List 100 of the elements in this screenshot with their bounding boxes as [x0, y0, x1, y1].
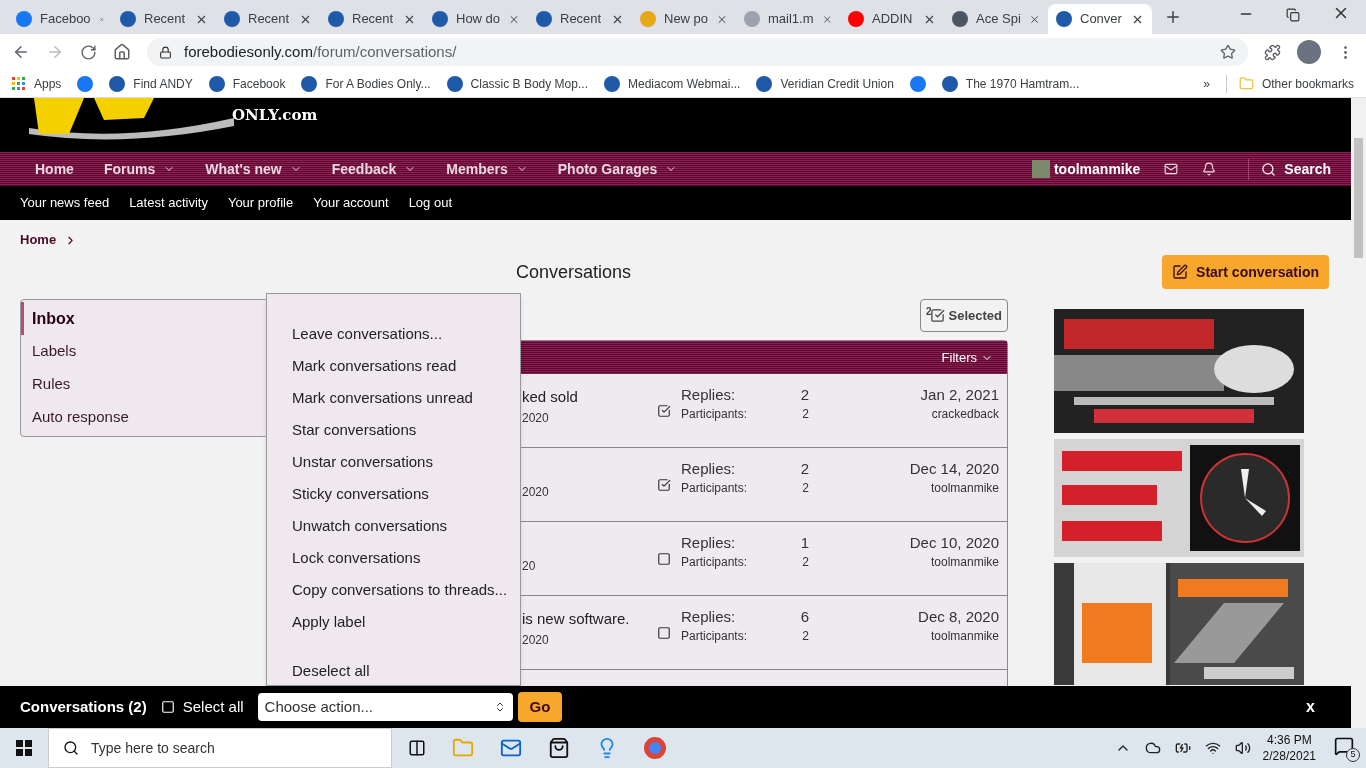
bookmark-icon[interactable]: [909, 75, 926, 92]
last-reply-user[interactable]: toolmanmike: [809, 627, 999, 645]
browser-tab[interactable]: Recent: [216, 4, 320, 34]
close-bar-button[interactable]: x: [1306, 695, 1315, 719]
cloud-icon[interactable]: [1144, 740, 1161, 756]
row-checkbox[interactable]: [657, 404, 671, 418]
browser-tab[interactable]: Recent: [528, 4, 632, 34]
home-icon[interactable]: [113, 43, 131, 61]
row-checkbox[interactable]: [657, 552, 671, 566]
nav-tab[interactable]: Feedback: [316, 158, 432, 180]
nav-tab[interactable]: What's new: [190, 158, 317, 180]
notifications-button[interactable]: 5: [1334, 734, 1360, 762]
wifi-icon[interactable]: [1204, 740, 1221, 756]
menu-item[interactable]: Sticky conversations: [292, 478, 429, 510]
menu-item[interactable]: Lock conversations: [292, 542, 421, 574]
taskbar-search-field[interactable]: Type here to search: [48, 728, 392, 768]
menu-item[interactable]: Mark conversations read: [292, 350, 457, 382]
conversation-title[interactable]: ked sold: [522, 388, 578, 405]
select-all-checkbox[interactable]: Select all: [160, 695, 244, 719]
profile-avatar[interactable]: [1297, 40, 1321, 64]
volume-icon[interactable]: [1234, 740, 1251, 756]
selected-button[interactable]: 2 Selected: [919, 299, 1008, 332]
subnav-link[interactable]: Your news feed: [20, 193, 110, 213]
windows-start-icon[interactable]: [16, 740, 32, 756]
back-icon[interactable]: [12, 43, 30, 61]
replies-label: Replies:: [681, 459, 736, 479]
extensions-icon[interactable]: [1264, 43, 1281, 61]
bookmark-favicon-icon: [301, 75, 318, 92]
scrollbar[interactable]: [1351, 98, 1366, 728]
subnav-link[interactable]: Your profile: [227, 193, 294, 213]
last-reply-user[interactable]: toolmanmike: [809, 479, 999, 497]
tab-title: ADDIN: [872, 10, 914, 29]
conversation-title[interactable]: is new software.: [522, 610, 630, 627]
browser-tab[interactable]: New po: [632, 4, 736, 34]
favicon-icon: [120, 11, 136, 27]
filters-menu[interactable]: Filters: [941, 347, 993, 368]
menu-item[interactable]: Mark conversations unread: [292, 382, 473, 414]
chrome-icon[interactable]: [644, 737, 666, 759]
browser-tab[interactable]: How do: [424, 4, 528, 34]
bookmarks-overflow[interactable]: »: [1203, 74, 1210, 93]
battery-icon[interactable]: [1174, 740, 1191, 756]
browser-tab[interactable]: Faceboo: [8, 4, 112, 34]
row-checkbox[interactable]: [657, 478, 671, 492]
row-checkbox[interactable]: [657, 626, 671, 640]
mail-icon[interactable]: [1164, 162, 1179, 176]
store-icon[interactable]: [548, 737, 570, 759]
nav-tab[interactable]: Members: [431, 158, 543, 180]
menu-item[interactable]: Leave conversations...: [292, 318, 443, 350]
last-reply-user[interactable]: crackedback: [809, 405, 999, 423]
bookmark-star-icon[interactable]: [1220, 44, 1236, 60]
task-view-icon[interactable]: [408, 739, 426, 757]
bookmark-link[interactable]: Find ANDY: [109, 74, 193, 93]
favicon-icon: [744, 11, 760, 27]
bookmark-link[interactable]: Mediacom Webmai...: [603, 74, 741, 93]
nav-tab[interactable]: Home: [20, 158, 89, 180]
browser-tab[interactable]: Recent: [320, 4, 424, 34]
menu-item[interactable]: Deselect all: [292, 658, 370, 684]
apps-bookmark[interactable]: Apps: [12, 74, 62, 93]
apps-grid-icon: [12, 76, 26, 91]
replies-label: Replies:: [681, 607, 736, 627]
go-button[interactable]: Go: [517, 692, 563, 722]
clock-date[interactable]: 2/28/2021: [1262, 748, 1316, 764]
subnav-link[interactable]: Log out: [408, 193, 452, 213]
nav-tab[interactable]: Forums: [88, 158, 191, 180]
browser-tab[interactable]: ADDIN: [840, 4, 944, 34]
menu-item[interactable]: Star conversations: [292, 414, 417, 446]
bookmark-link[interactable]: The 1970 Hamtram...: [941, 74, 1080, 93]
bookmark-icon[interactable]: [77, 75, 94, 92]
browser-tab[interactable]: Recent: [112, 4, 216, 34]
browser-tab[interactable]: Ace Spi: [944, 4, 1048, 34]
nav-tab[interactable]: Photo Garages: [542, 158, 693, 180]
site-logo[interactable]: ONLY.com: [24, 98, 324, 140]
search-button[interactable]: Search: [1248, 158, 1331, 180]
browser-tab[interactable]: Conver: [1048, 4, 1152, 34]
menu-item[interactable]: Unwatch conversations: [292, 510, 448, 542]
restore-icon[interactable]: [1286, 8, 1300, 22]
last-reply-date: Dec 10, 2020: [908, 533, 999, 553]
bookmark-link[interactable]: Facebook: [208, 74, 286, 93]
menu-item[interactable]: Apply label: [292, 606, 366, 638]
participants-count: 2: [802, 480, 809, 497]
browser-tab[interactable]: mail1.m: [736, 4, 840, 34]
bookmark-link[interactable]: For A Bodies Only...: [301, 74, 431, 93]
bookmark-link[interactable]: Classic B Body Mop...: [446, 74, 588, 93]
address-bar[interactable]: forebodiesonly.com/forum/conversations/: [147, 38, 1248, 66]
menu-item[interactable]: Copy conversations to threads...: [292, 574, 508, 606]
other-bookmarks[interactable]: Other bookmarks: [1225, 74, 1354, 93]
subnav-link[interactable]: Your account: [313, 193, 389, 213]
bell-icon[interactable]: [1202, 162, 1217, 176]
reload-icon[interactable]: [80, 43, 97, 61]
bookmark-link[interactable]: Veridian Credit Union: [756, 74, 894, 93]
clock-time[interactable]: 4:36 PM: [1266, 732, 1312, 748]
last-reply-user[interactable]: toolmanmike: [809, 553, 999, 571]
start-conversation-button[interactable]: Start conversation: [1162, 255, 1329, 289]
subnav-link[interactable]: Latest activity: [129, 193, 208, 213]
menu-item[interactable]: Unstar conversations: [292, 446, 433, 478]
new-tab-icon[interactable]: [1164, 8, 1182, 26]
action-select[interactable]: Choose action...: [257, 693, 513, 721]
breadcrumb-link[interactable]: Home: [20, 230, 57, 250]
user-menu[interactable]: toolmanmike: [1031, 158, 1141, 180]
mail-icon[interactable]: [500, 737, 522, 759]
